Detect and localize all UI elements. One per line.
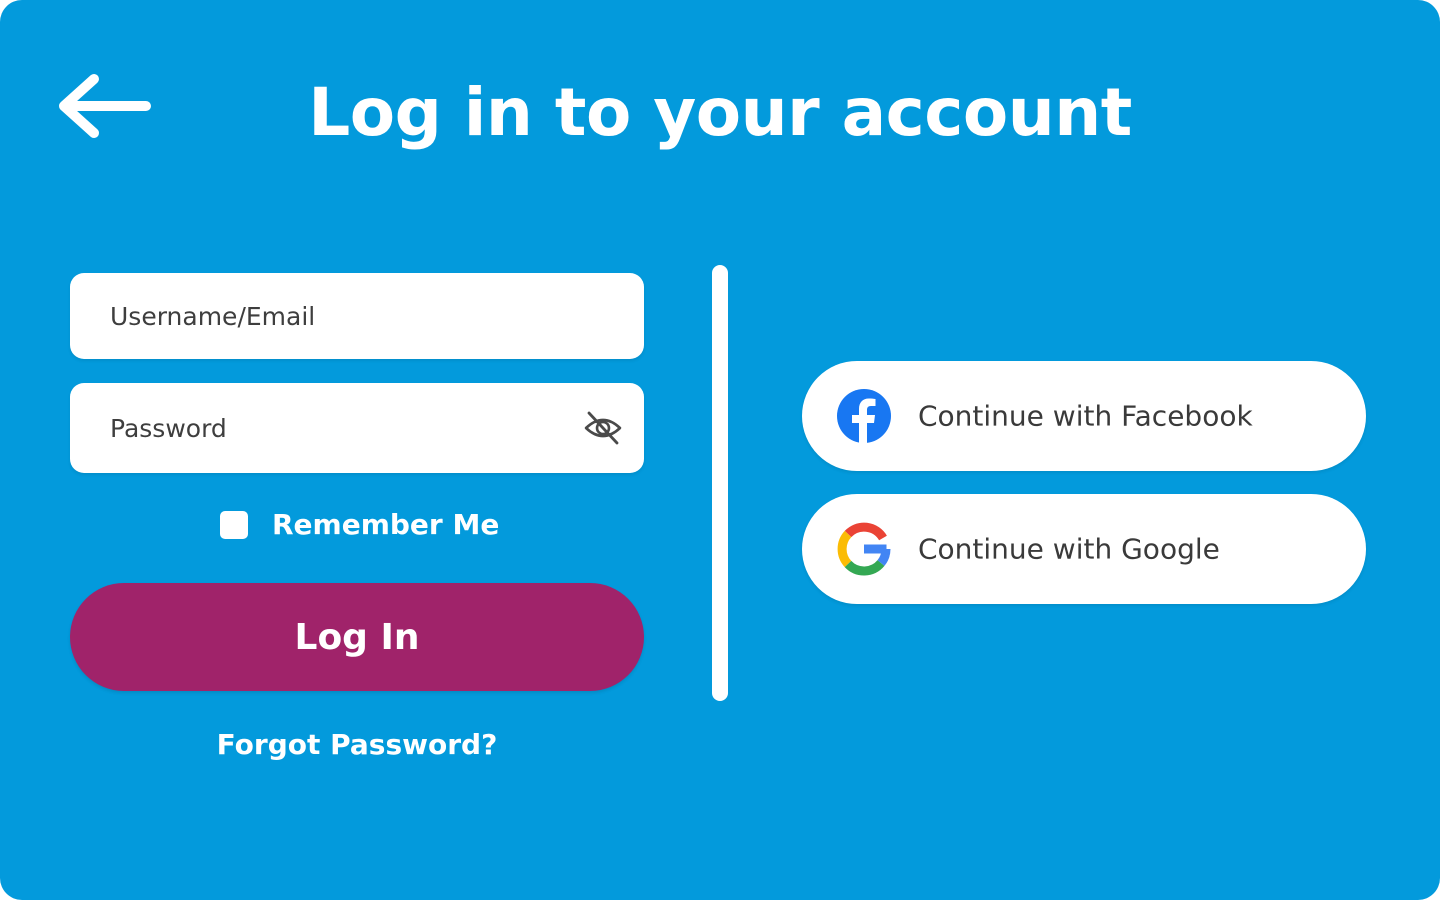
page-title: Log in to your account bbox=[308, 74, 1132, 151]
login-card: Log in to your account Remember Me Log I… bbox=[0, 0, 1440, 900]
username-field[interactable] bbox=[70, 273, 644, 359]
password-input[interactable] bbox=[70, 383, 644, 473]
eye-off-icon bbox=[584, 411, 622, 445]
forgot-password-link[interactable]: Forgot Password? bbox=[70, 728, 644, 761]
facebook-button-label: Continue with Facebook bbox=[918, 399, 1253, 433]
vertical-divider bbox=[712, 265, 728, 701]
remember-me-label[interactable]: Remember Me bbox=[272, 508, 499, 541]
remember-me-checkbox[interactable] bbox=[220, 510, 248, 539]
facebook-icon bbox=[837, 389, 891, 444]
toggle-password-visibility[interactable] bbox=[582, 407, 624, 449]
username-input[interactable] bbox=[70, 273, 644, 359]
remember-me[interactable]: Remember Me bbox=[220, 508, 499, 541]
login-button[interactable]: Log In bbox=[70, 583, 644, 691]
continue-with-google-button[interactable]: Continue with Google bbox=[802, 494, 1366, 604]
continue-with-facebook-button[interactable]: Continue with Facebook bbox=[802, 361, 1366, 471]
password-field[interactable] bbox=[70, 383, 644, 473]
google-button-label: Continue with Google bbox=[918, 532, 1220, 566]
google-icon bbox=[837, 522, 891, 576]
